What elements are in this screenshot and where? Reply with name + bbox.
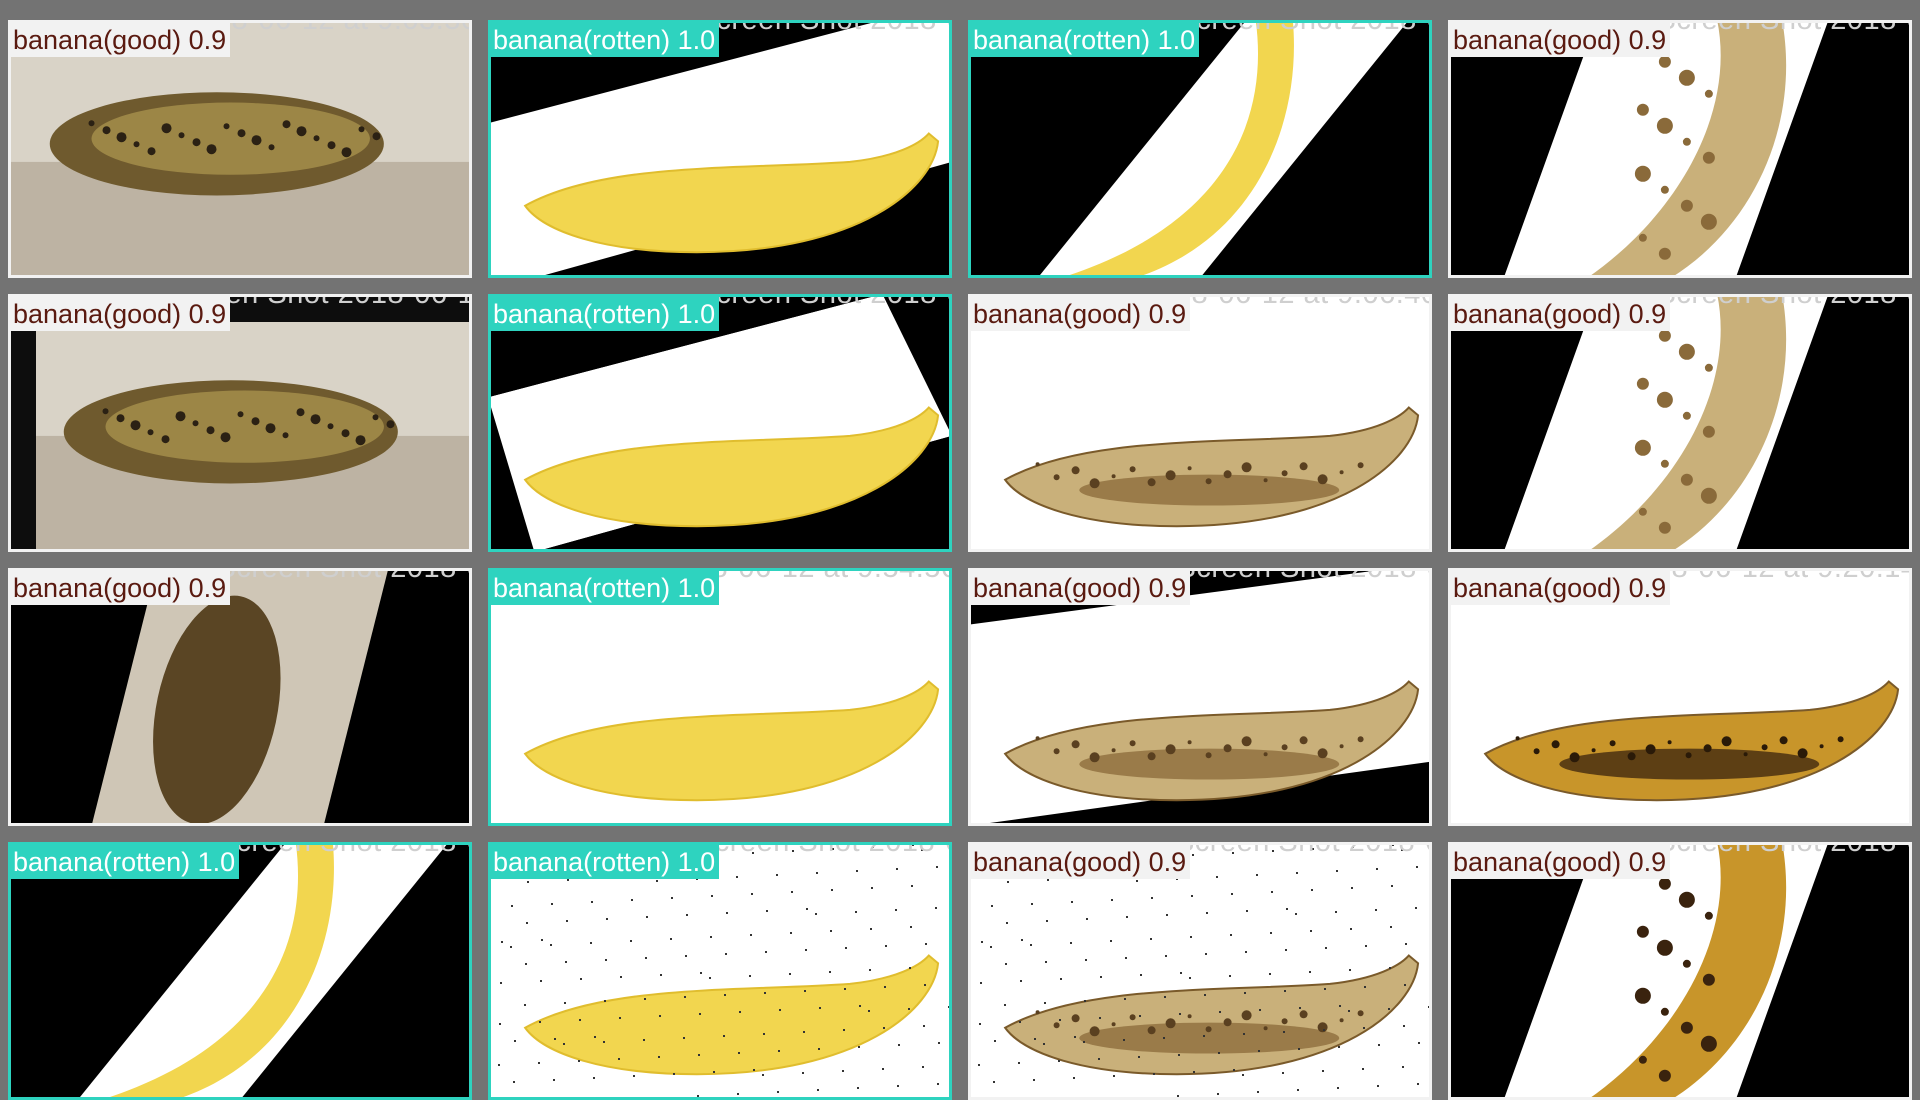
result-cell: translation_Screen Shot 2018-06-12 banana…	[8, 294, 472, 552]
result-cell: Screen Shot 2018-06-12 at 9.06.40 PMbana…	[968, 294, 1432, 552]
detection-label: banana(good) 0.9	[971, 845, 1191, 879]
result-cell: rotated_by_75_Screen Shot 2018-06 banana(…	[1448, 842, 1912, 1100]
result-cell: saltandpepper_Screen Shot 2018-06 banana(…	[488, 842, 952, 1100]
detection-box: banana(rotten) 1.0	[968, 20, 1432, 278]
detection-label: banana(good) 0.9	[11, 23, 231, 57]
detection-label: banana(good) 0.9	[1451, 571, 1671, 605]
detection-box: banana(good) 0.9	[1448, 568, 1912, 826]
result-cell: Screen Shot 2018-06-12 at 9.54.56 PMbana…	[488, 568, 952, 826]
result-cell: saltandpepper_Screen Shot 2018-06 banana(…	[968, 842, 1432, 1100]
detection-box: banana(rotten) 1.0	[488, 294, 952, 552]
detection-label: banana(rotten) 1.0	[491, 571, 720, 605]
result-cell: rotated_by_60_Screen Shot 2018-06-12bana…	[968, 20, 1432, 278]
detection-label: banana(good) 0.9	[1451, 23, 1671, 57]
detection-box: banana(good) 0.9	[8, 20, 472, 278]
detection-box: banana(rotten) 1.0	[488, 20, 952, 278]
detection-label: banana(rotten) 1.0	[491, 23, 720, 57]
detection-box: banana(good) 0.9	[1448, 294, 1912, 552]
detection-box: banana(good) 0.9	[968, 842, 1432, 1100]
detection-label: banana(good) 0.9	[11, 571, 231, 605]
result-cell: rotated_by_15_Screen Shot 2018-06-12bana…	[488, 20, 952, 278]
detection-box: banana(rotten) 1.0	[8, 842, 472, 1100]
result-cell: rotated_by_45_Screen Shot 2018-06 banana(…	[8, 568, 472, 826]
detection-label: banana(good) 0.9	[971, 297, 1191, 331]
detection-box: banana(good) 0.9	[1448, 20, 1912, 278]
detection-label: banana(rotten) 1.0	[11, 845, 240, 879]
detection-label: banana(good) 0.9	[1451, 297, 1671, 331]
detection-box: banana(good) 0.9	[1448, 842, 1912, 1100]
detection-label: banana(good) 0.9	[11, 297, 231, 331]
detection-label: banana(good) 0.9	[1451, 845, 1671, 879]
detection-box: banana(good) 0.9	[8, 568, 472, 826]
detection-box: banana(good) 0.9	[8, 294, 472, 552]
result-cell: rotated_by_30_Screen Shot 2018-06-12bana…	[488, 294, 952, 552]
detection-box: banana(rotten) 1.0	[488, 842, 952, 1100]
detection-label: banana(rotten) 1.0	[491, 845, 720, 879]
detection-box: banana(good) 0.9	[968, 294, 1432, 552]
result-cell: rotated_by_15_Screen Shot 2018-06 banana(…	[968, 568, 1432, 826]
result-cell: rotated_by_60_Screen Shot 2018-06 banana(…	[1448, 294, 1912, 552]
result-cell: rotated_by_45_Screen Shot 2018-06 banana(…	[8, 842, 472, 1100]
detection-box: banana(rotten) 1.0	[488, 568, 952, 826]
detection-label: banana(rotten) 1.0	[491, 297, 720, 331]
detection-label: banana(good) 0.9	[971, 571, 1191, 605]
detection-box: banana(good) 0.9	[968, 568, 1432, 826]
result-cell: Screen Shot 2018-06-12 at 9.20.14 banana(…	[1448, 568, 1912, 826]
detection-results-grid: Screen Shot 2018-06-12 at 9.03.30 PMbana…	[0, 0, 1920, 1100]
result-cell: Screen Shot 2018-06-12 at 9.03.30 PMbana…	[8, 20, 472, 278]
detection-label: banana(rotten) 1.0	[971, 23, 1200, 57]
result-cell: rotated_by_75_Screen Shot 2018-06 banana(…	[1448, 20, 1912, 278]
